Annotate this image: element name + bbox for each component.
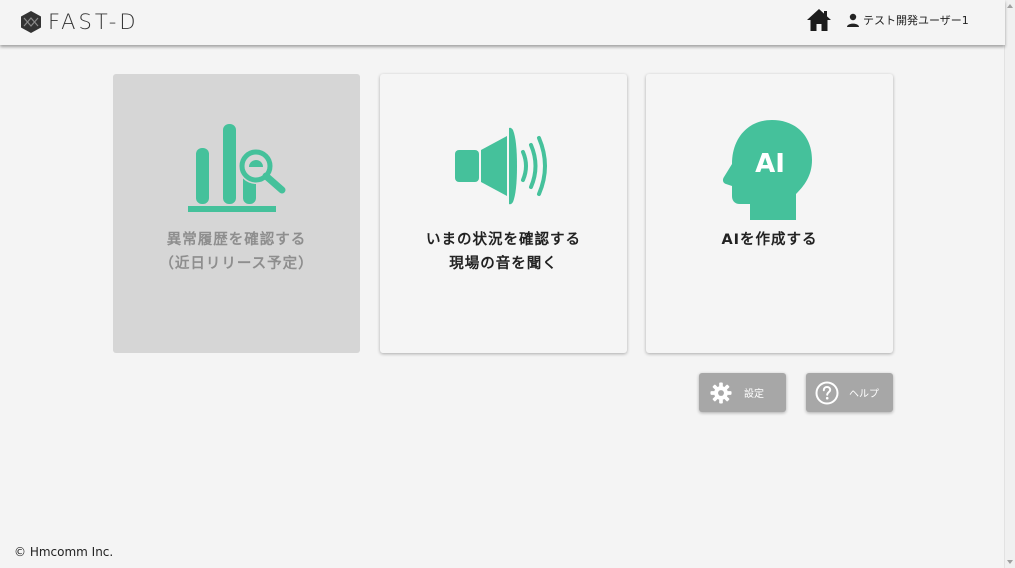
card-label-line1: いまの状況を確認する: [426, 232, 581, 248]
help-button-label: ヘルプ: [849, 389, 879, 400]
ai-head-icon: AI: [646, 120, 893, 220]
card-current-status[interactable]: いまの状況を確認する 現場の音を聞く: [380, 74, 627, 353]
person-icon: [847, 13, 859, 27]
speaker-icon: [380, 120, 627, 220]
card-label-line2: （近日リリース予定）: [159, 256, 314, 272]
question-circle-icon: [815, 381, 839, 404]
user-menu[interactable]: テスト開発ユーザー1: [846, 12, 969, 28]
user-name: テスト開発ユーザー1: [863, 14, 969, 27]
card-label: いまの状況を確認する 現場の音を聞く: [380, 228, 627, 276]
card-label: AIを作成する: [646, 228, 893, 252]
footer-copyright: © Hmcomm Inc.: [14, 545, 114, 559]
scroll-down-arrow-icon[interactable]: [1007, 560, 1013, 564]
card-label-line2: 現場の音を聞く: [449, 256, 558, 272]
hexagon-logo-icon: [21, 11, 41, 33]
scroll-up-arrow-icon[interactable]: [1007, 4, 1013, 8]
header-bar: FAST-D テスト開発ユーザー1: [0, 0, 1005, 45]
card-create-ai[interactable]: AI AIを作成する: [646, 74, 893, 353]
card-anomaly-history: 異常履歴を確認する （近日リリース予定）: [113, 74, 360, 353]
home-icon: [807, 9, 831, 31]
ai-icon-text: AI: [755, 149, 785, 179]
app-window: FAST-D テスト開発ユーザー1 異常履歴を確認する （近日リリース予定） い…: [0, 0, 1015, 568]
logo-text: FAST-D: [48, 10, 139, 34]
card-label: 異常履歴を確認する （近日リリース予定）: [113, 228, 360, 276]
settings-button-label: 設定: [744, 389, 764, 400]
vertical-scrollbar[interactable]: [1004, 0, 1015, 568]
card-label-line1: 異常履歴を確認する: [166, 232, 307, 248]
settings-button[interactable]: 設定: [699, 373, 786, 412]
logo[interactable]: FAST-D: [20, 9, 139, 35]
card-label-line1: AIを作成する: [721, 232, 818, 248]
gear-icon: [710, 381, 732, 404]
home-button[interactable]: [806, 8, 832, 34]
help-button[interactable]: ヘルプ: [806, 373, 893, 412]
chart-search-icon: [113, 120, 360, 220]
